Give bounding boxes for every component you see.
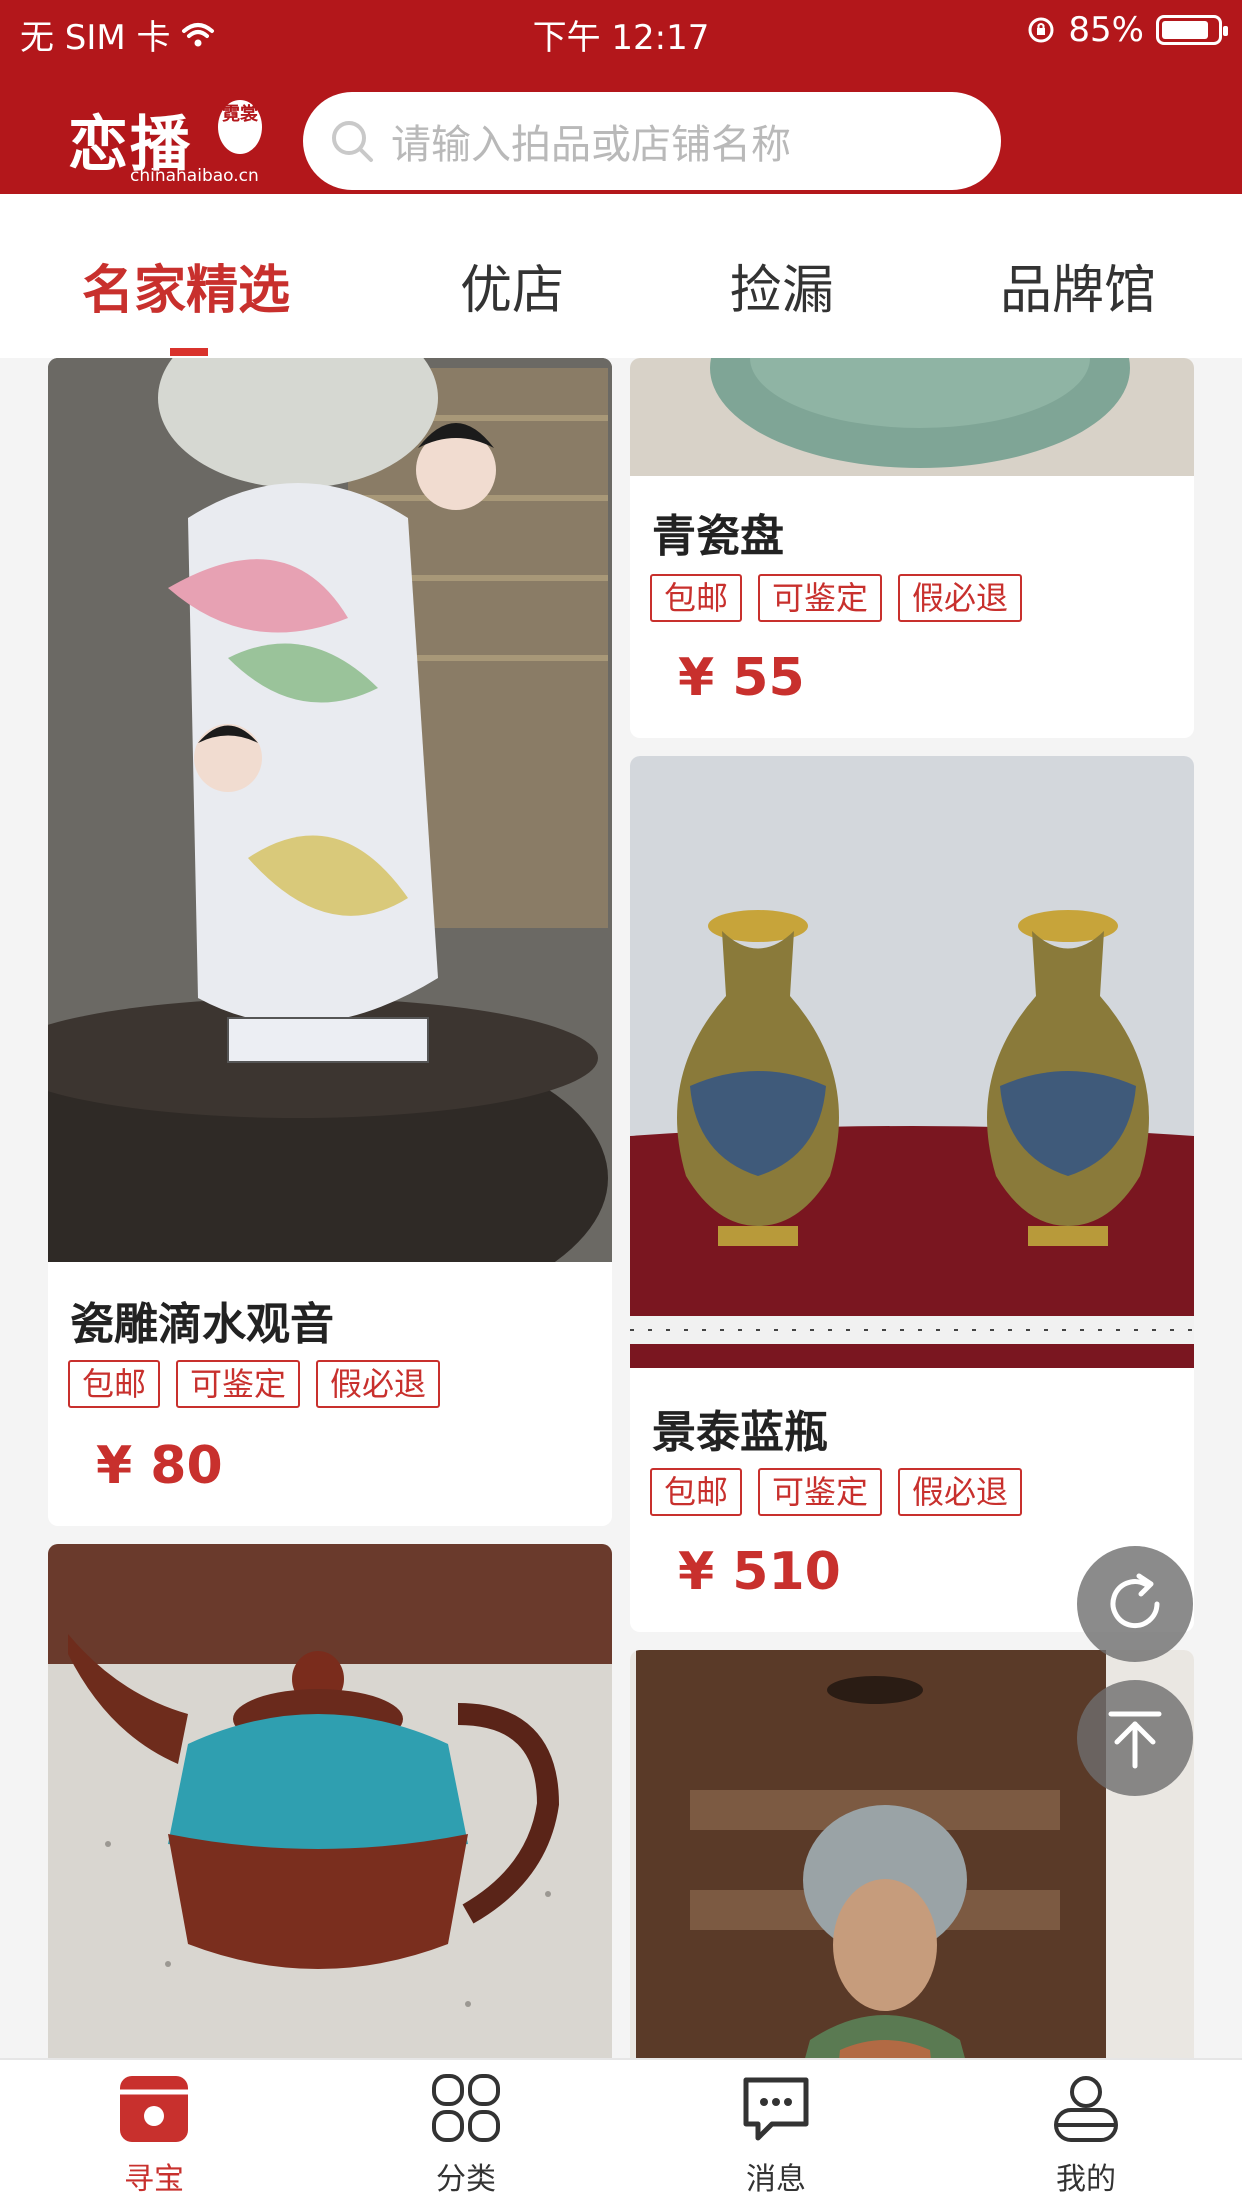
message-icon: [743, 2077, 809, 2141]
product-price: ¥ 80: [96, 1436, 223, 1496]
refresh-icon: [1110, 1573, 1160, 1629]
user-icon: [1054, 2076, 1118, 2142]
badge-appraisable: 可鉴定: [176, 1360, 301, 1408]
status-right: 85%: [1026, 10, 1228, 50]
product-badges: 包邮 可鉴定 假必退: [68, 1360, 441, 1408]
logo-domain: chinahaibao.cn: [130, 166, 259, 186]
product-card[interactable]: 瓷雕滴水观音 包邮 可鉴定 假必退 ¥ 80: [48, 358, 612, 1526]
product-title: 瓷雕滴水观音: [70, 1299, 334, 1350]
back-to-top-icon: [1108, 1711, 1162, 1769]
product-image[interactable]: [48, 358, 612, 1262]
search-icon: [332, 121, 373, 162]
logo-seal: 霓裳: [218, 100, 262, 154]
nav-item-treasure[interactable]: 寻宝: [84, 2072, 224, 2198]
battery-level-fill: [1162, 21, 1208, 39]
badge-appraisable: 可鉴定: [758, 574, 883, 622]
tab-brand-hall[interactable]: 品牌馆: [1000, 248, 1156, 323]
product-card[interactable]: 青瓷盘 包邮 可鉴定 假必退 ¥ 55: [630, 358, 1194, 738]
back-to-top-button[interactable]: [1077, 1680, 1193, 1796]
nav-item-category[interactable]: 分类: [396, 2072, 536, 2198]
product-title: 景泰蓝瓶: [652, 1407, 828, 1458]
nav-label: 分类: [436, 2162, 496, 2197]
nav-label: 我的: [1056, 2162, 1116, 2197]
battery-percent: 85%: [1068, 10, 1144, 50]
tab-bargains[interactable]: 捡漏: [730, 248, 834, 323]
search-input[interactable]: 请输入拍品或店铺名称: [303, 92, 1001, 190]
battery-icon: [1156, 15, 1228, 45]
badge-appraisable: 可鉴定: [758, 1468, 883, 1516]
status-bar: 无 SIM 卡 下午 12:17 85%: [0, 0, 1242, 64]
product-title: 青瓷盘: [652, 511, 784, 562]
product-card[interactable]: 景泰蓝瓶 包邮 可鉴定 假必退 ¥ 510: [630, 756, 1194, 1632]
nav-label: 消息: [746, 2162, 806, 2197]
badge-free-shipping: 包邮: [650, 1468, 743, 1516]
badge-free-shipping: 包邮: [68, 1360, 161, 1408]
product-card[interactable]: [48, 1544, 612, 2144]
refresh-button[interactable]: [1077, 1546, 1193, 1662]
product-badges: 包邮 可鉴定 假必退: [650, 1468, 1023, 1516]
treasure-icon: [120, 2076, 188, 2142]
tab-quality-shops[interactable]: 优店: [460, 248, 564, 323]
product-image[interactable]: [48, 1544, 612, 2144]
nav-label: 寻宝: [124, 2162, 184, 2197]
product-price: ¥ 510: [678, 1542, 841, 1602]
badge-fake-refund: 假必退: [316, 1360, 441, 1408]
search-placeholder: 请输入拍品或店铺名称: [391, 122, 791, 168]
category-tabs: 名家精选 优店 捡漏 品牌馆: [0, 194, 1242, 358]
nav-item-profile[interactable]: 我的: [1016, 2072, 1156, 2198]
app-logo[interactable]: 恋播 霓裳 chinahaibao.cn: [68, 96, 264, 188]
tab-masters-selection[interactable]: 名家精选: [82, 248, 290, 323]
rotation-lock-icon: [1028, 17, 1054, 43]
app-header: 无 SIM 卡 下午 12:17 85% 恋播 霓裳 chinahaibao.c…: [0, 0, 1242, 194]
app-screen: 无 SIM 卡 下午 12:17 85% 恋播 霓裳 chinahaibao.c…: [0, 0, 1242, 2208]
product-image[interactable]: [630, 358, 1194, 476]
product-price: ¥ 55: [678, 648, 805, 708]
badge-fake-refund: 假必退: [898, 1468, 1023, 1516]
badge-fake-refund: 假必退: [898, 574, 1023, 622]
bottom-navigation: 寻宝 分类 消息 我的: [0, 2058, 1242, 2208]
nav-item-messages[interactable]: 消息: [706, 2072, 846, 2198]
badge-free-shipping: 包邮: [650, 574, 743, 622]
active-tab-indicator: [170, 348, 208, 356]
product-image[interactable]: [630, 756, 1194, 1368]
product-badges: 包邮 可鉴定 假必退: [650, 574, 1023, 622]
category-grid-icon: [432, 2074, 500, 2142]
